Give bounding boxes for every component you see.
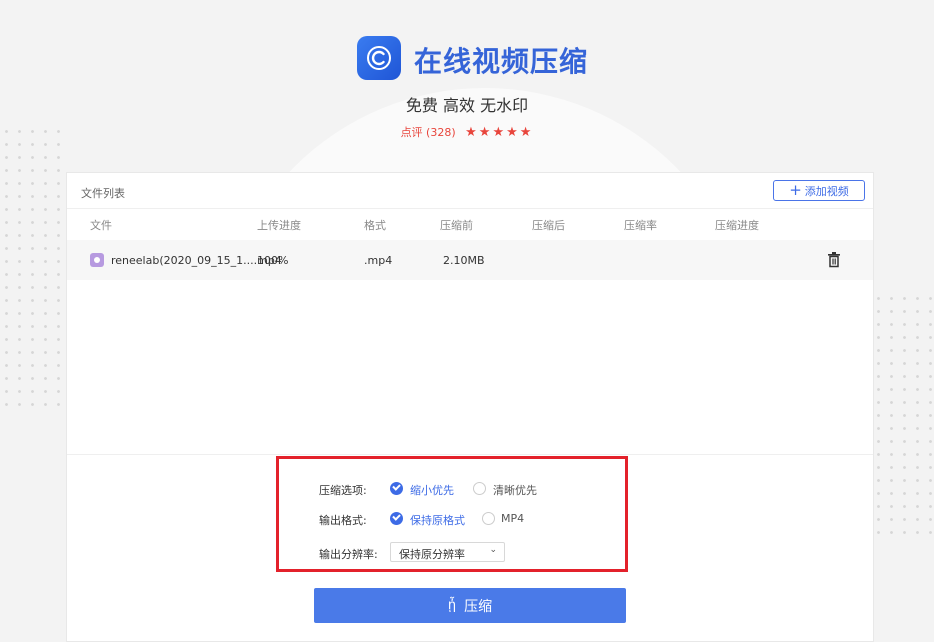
radio-mp4[interactable] <box>482 512 495 525</box>
output-resolution-label: 输出分辨率: <box>319 548 378 561</box>
table-row: reneelab(2020_09_15_1....mp4 100% .mp4 2… <box>67 240 873 280</box>
rating-label: 点评 (328) <box>400 126 456 139</box>
decorative-dots-right <box>872 292 934 542</box>
rating-stars-icon: ★★★★★ <box>465 125 534 140</box>
app-title: 在线视频压缩 <box>414 45 589 78</box>
column-header-before: 压缩前 <box>440 219 473 232</box>
output-format-label: 输出格式: <box>319 514 367 527</box>
app-logo-icon <box>357 36 401 80</box>
column-header-ratio: 压缩率 <box>624 219 657 232</box>
radio-clarity-priority[interactable] <box>473 482 486 495</box>
upload-progress: 100% <box>257 254 289 267</box>
panel-header: 文件列表 + 添加视频 <box>67 173 873 209</box>
radio-mp4-label[interactable]: MP4 <box>501 512 524 525</box>
radio-clarity-priority-label[interactable]: 清晰优先 <box>493 482 537 498</box>
decorative-dots-left <box>0 125 66 415</box>
compression-options: 压缩选项: 缩小优先 清晰优先 输出格式: 保持原格式 MP4 输出分辨率: 保… <box>276 456 628 572</box>
column-header-file: 文件 <box>90 219 112 232</box>
radio-shrink-priority-label[interactable]: 缩小优先 <box>410 482 454 498</box>
file-format: .mp4 <box>364 254 393 267</box>
video-file-icon <box>90 253 104 267</box>
radio-shrink-priority[interactable] <box>390 482 403 495</box>
size-before: 2.10MB <box>443 254 485 267</box>
chevron-down-icon: ⌄ <box>489 545 497 555</box>
app-subtitle: 免费 高效 无水印 <box>405 96 529 115</box>
compress-button-label: 压缩 <box>464 598 493 615</box>
column-header-after: 压缩后 <box>532 219 565 232</box>
compress-option-label: 压缩选项: <box>319 484 367 497</box>
column-header-compress-progress: 压缩进度 <box>715 219 759 232</box>
zip-icon: ᾖ <box>447 598 457 613</box>
panel-divider <box>67 454 873 455</box>
resolution-select[interactable]: 保持原分辨率 ⌄ <box>390 542 505 562</box>
compress-button[interactable]: ᾖ 压缩 <box>314 588 626 623</box>
resolution-select-value: 保持原分辨率 <box>399 548 465 561</box>
add-video-button[interactable]: + 添加视频 <box>773 180 865 201</box>
plus-icon: + <box>789 181 802 199</box>
rating: 点评 (328) ★★★★★ <box>0 124 934 140</box>
radio-keep-format-label[interactable]: 保持原格式 <box>410 512 465 528</box>
delete-trash-icon[interactable] <box>827 252 841 268</box>
add-video-label: 添加视频 <box>804 184 849 198</box>
column-header-upload-progress: 上传进度 <box>257 219 301 232</box>
panel-title: 文件列表 <box>81 187 125 200</box>
radio-keep-format[interactable] <box>390 512 403 525</box>
column-header-format: 格式 <box>364 219 386 232</box>
